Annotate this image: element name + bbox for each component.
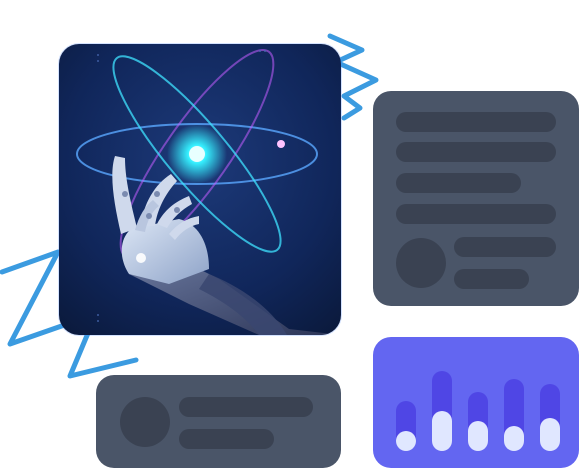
orbit-electron — [277, 140, 285, 148]
skeleton-line — [454, 269, 529, 289]
skeleton-line — [396, 142, 556, 162]
bar-chart-card — [373, 337, 579, 468]
bar-chart — [396, 371, 560, 451]
skeleton-line — [454, 237, 556, 257]
skeleton-text-card — [373, 91, 579, 306]
chart-bar — [504, 426, 524, 451]
hero-illustration-card — [59, 44, 341, 335]
skeleton-line — [396, 112, 556, 132]
skeleton-line — [396, 204, 556, 224]
chart-bar — [396, 431, 416, 451]
chart-bar — [468, 421, 488, 451]
atom-core — [189, 146, 205, 162]
robot-hand-atom-illustration — [59, 44, 341, 335]
chart-bar — [432, 411, 452, 451]
skeleton-profile-card — [96, 375, 341, 468]
chart-bar — [540, 418, 560, 451]
skeleton-avatar — [396, 238, 446, 288]
skeleton-line — [396, 173, 521, 193]
skeleton-line — [179, 397, 313, 417]
skeleton-avatar — [120, 397, 170, 447]
skeleton-line — [179, 429, 274, 449]
